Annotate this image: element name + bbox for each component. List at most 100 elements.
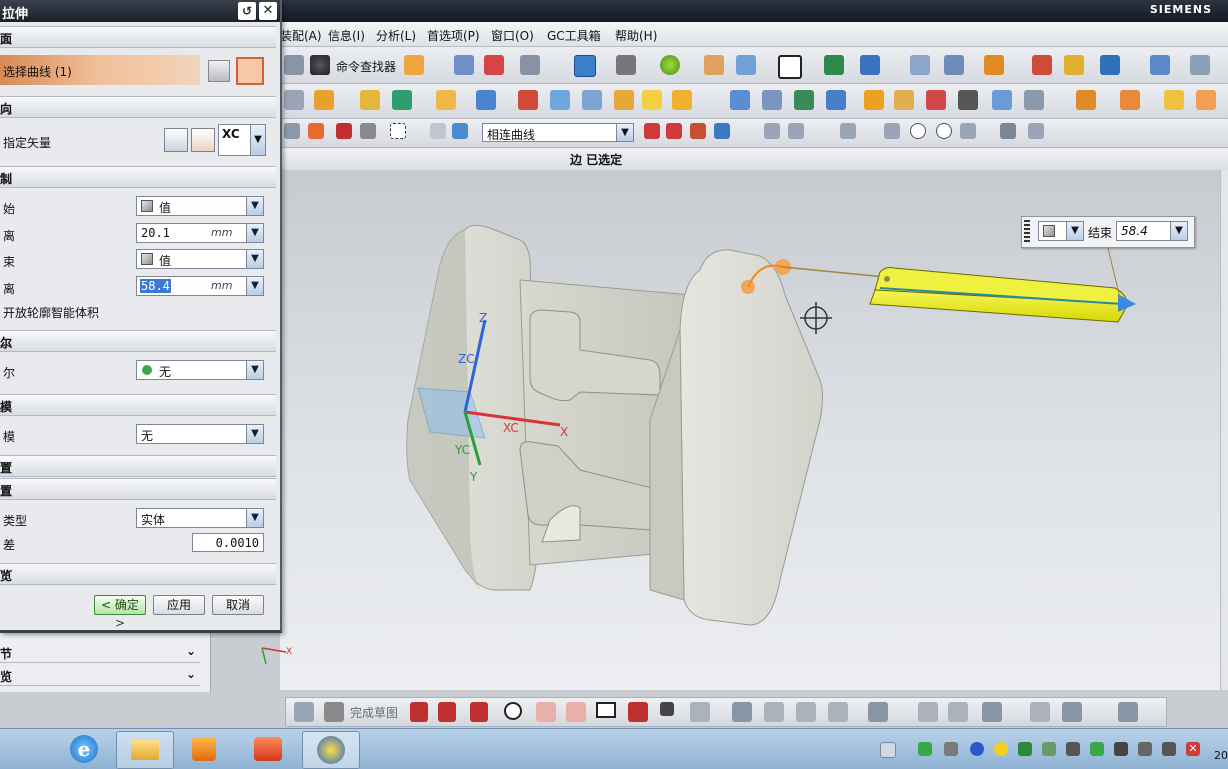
drag-handle[interactable] xyxy=(884,276,890,282)
chevron-up-icon[interactable]: ︿ xyxy=(0,170,270,187)
pad-icon[interactable] xyxy=(392,90,412,110)
open-profile-label[interactable]: 开放轮廓智能体积 xyxy=(3,304,99,321)
dimension-icon[interactable] xyxy=(1150,55,1170,75)
spreadsheet-icon[interactable] xyxy=(944,55,964,75)
offset-header[interactable]: 置 ﹀ xyxy=(0,455,276,477)
error-icon[interactable]: ✕ xyxy=(1186,742,1200,756)
curve-rule-select[interactable]: 相连曲线 ▼ xyxy=(482,123,634,142)
pattern-icon[interactable] xyxy=(582,90,602,110)
limits-header[interactable]: 制 ︿ xyxy=(0,166,276,188)
security-shield-icon[interactable] xyxy=(1018,742,1032,756)
background-color-icon[interactable] xyxy=(778,55,802,79)
curve-snap-icon[interactable] xyxy=(336,123,352,139)
settings-header[interactable]: 置 ︿ xyxy=(0,478,276,500)
wave-icon[interactable] xyxy=(1076,90,1096,110)
mirror-icon[interactable] xyxy=(672,90,692,110)
nav-preview[interactable]: 览 ⌄ xyxy=(0,665,200,686)
chevron-down-icon[interactable]: ▼ xyxy=(1066,222,1083,240)
chevron-down-icon[interactable]: ▼ xyxy=(246,425,263,443)
end-value-input[interactable]: 58.4 ▼ xyxy=(1116,221,1188,241)
follow-fillet-icon[interactable] xyxy=(690,123,706,139)
constraint-sketch-icon[interactable] xyxy=(918,702,938,722)
move-object-icon[interactable] xyxy=(824,55,844,75)
direction-header[interactable]: 向 ︿ xyxy=(0,96,276,118)
apply-button[interactable]: 应用 xyxy=(153,595,205,615)
tolerance-input[interactable]: 0.0010 xyxy=(192,533,264,552)
draft-header[interactable]: 模 ︿ xyxy=(0,394,276,416)
chevron-down-icon[interactable]: ▼ xyxy=(1170,222,1187,240)
box-select-icon[interactable] xyxy=(390,123,406,139)
reverse-direction-icon[interactable] xyxy=(164,128,188,152)
select-arrow-icon[interactable] xyxy=(284,123,300,139)
chevron-down-icon[interactable]: ▼ xyxy=(246,361,263,379)
close-icon[interactable]: ✕ xyxy=(259,2,277,20)
circle-icon[interactable] xyxy=(504,702,522,720)
start-distance-input[interactable]: 20.1 mm ▼ xyxy=(136,223,264,243)
chevron-down-icon[interactable]: ▼ xyxy=(250,125,265,155)
graphics-viewport[interactable]: Z ZC X XC YC Y xyxy=(280,170,1222,690)
transform-icon[interactable] xyxy=(860,55,880,75)
chevron-down-icon[interactable]: ▼ xyxy=(246,509,263,527)
sketch-section-icon[interactable] xyxy=(208,60,230,82)
end-distance-input[interactable]: 58.4 mm ▼ xyxy=(136,276,264,296)
chevron-down-icon[interactable]: ⌄ xyxy=(186,644,196,658)
start-type-select[interactable]: 值 ▼ xyxy=(136,196,264,216)
feature-table-icon[interactable] xyxy=(894,90,914,110)
network-adapter-icon[interactable] xyxy=(944,742,958,756)
keyboard-icon[interactable] xyxy=(880,742,896,758)
fillet-icon[interactable] xyxy=(536,702,556,722)
select-filter-icon[interactable] xyxy=(520,55,540,75)
move-face-icon[interactable] xyxy=(826,90,846,110)
chevron-up-icon[interactable]: ︿ xyxy=(0,398,270,415)
nav-section[interactable]: 节 ⌄ xyxy=(0,642,200,663)
chevron-down-icon[interactable]: ﹀ xyxy=(0,567,270,584)
chevron-up-icon[interactable]: ︿ xyxy=(0,334,270,351)
chevron-down-icon[interactable]: ⌄ xyxy=(186,667,196,681)
table-icon[interactable] xyxy=(910,55,930,75)
wcs-icon[interactable] xyxy=(984,55,1004,75)
snap-grid-icon[interactable] xyxy=(1028,123,1044,139)
alternate-solution-icon[interactable] xyxy=(1062,702,1082,722)
preview-header[interactable]: 览 ﹀ xyxy=(0,563,276,585)
snap-center-icon[interactable] xyxy=(910,123,926,139)
point-snap-icon[interactable] xyxy=(308,123,324,139)
layer-icon[interactable] xyxy=(704,55,724,75)
menu-assembly[interactable]: 装配(A) xyxy=(280,27,322,44)
shading-sphere-icon[interactable] xyxy=(660,55,680,75)
update-icon[interactable] xyxy=(994,742,1008,756)
cube-yellow-icon[interactable] xyxy=(1164,90,1184,110)
menu-preferences[interactable]: 首选项(P) xyxy=(427,27,480,44)
sketch-options-icon[interactable] xyxy=(1118,702,1138,722)
show-constraints-icon[interactable] xyxy=(982,702,1002,722)
snap-point-icon[interactable] xyxy=(960,123,976,139)
polygon-icon[interactable] xyxy=(628,702,648,722)
fit-view-icon[interactable] xyxy=(574,55,596,77)
unite-icon[interactable] xyxy=(614,90,634,110)
trim-icon[interactable] xyxy=(642,90,662,110)
finish-sketch-label[interactable]: 完成草图 xyxy=(350,704,398,721)
ok-button[interactable]: < 确定 > xyxy=(94,595,146,630)
block-icon[interactable] xyxy=(436,90,456,110)
rectangle-icon[interactable] xyxy=(596,702,616,718)
chevron-down-icon[interactable]: ▼ xyxy=(246,250,263,268)
menu-help[interactable]: 帮助(H) xyxy=(615,27,657,44)
volume-icon[interactable] xyxy=(1114,742,1128,756)
render-style-icon[interactable] xyxy=(616,55,636,75)
point-icon[interactable] xyxy=(660,702,674,716)
menu-gc-toolbox[interactable]: GC工具箱 xyxy=(547,27,601,44)
bluetooth-icon[interactable] xyxy=(970,742,984,756)
arc-icon[interactable] xyxy=(470,702,488,722)
end-type-select[interactable]: 值 ▼ xyxy=(136,249,264,269)
tangent-icon[interactable] xyxy=(666,123,682,139)
usb-icon[interactable] xyxy=(1138,742,1152,756)
cube-red-icon[interactable] xyxy=(1196,90,1216,110)
vector-dialog-icon[interactable] xyxy=(191,128,215,152)
extrude-icon[interactable] xyxy=(314,90,334,110)
body-type-select[interactable]: 实体 ▼ xyxy=(136,508,264,528)
face-offset-icon[interactable] xyxy=(762,90,782,110)
vector-select[interactable]: XC ▼ xyxy=(218,124,266,156)
chevron-up-icon[interactable]: ︿ xyxy=(0,30,270,47)
select-curve-row[interactable]: 选择曲线 (1) xyxy=(0,55,200,85)
display-icon[interactable] xyxy=(1066,742,1080,756)
menu-info[interactable]: 信息(I) xyxy=(328,27,365,44)
